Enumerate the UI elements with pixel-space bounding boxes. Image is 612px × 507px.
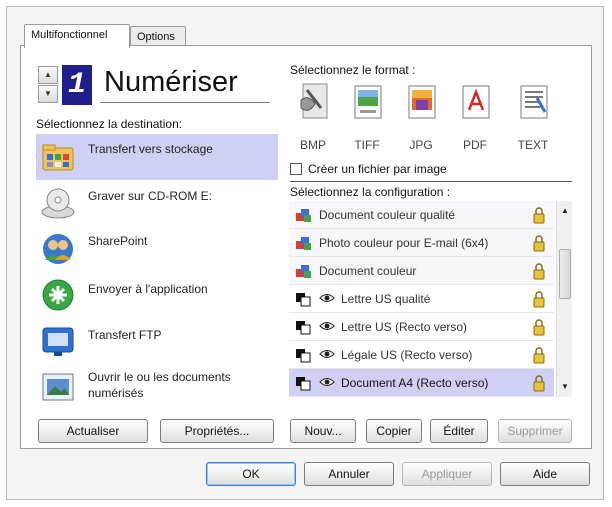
edit-button[interactable]: Éditer [430,419,488,443]
config-item[interactable]: Document couleur [289,257,554,285]
bw-doc-icon [296,321,311,335]
config-label: Photo couleur pour E-mail (6x4) [319,236,489,250]
lock-icon [533,235,545,252]
preview-eye-icon [319,294,335,302]
chevron-down-icon: ▼ [44,89,52,98]
delete-button[interactable]: Supprimer [498,419,572,443]
color-doc-icon [296,209,311,222]
configuration-list[interactable]: Document couleur qualité Photo couleur p… [289,201,554,397]
format-label: PDF [463,138,487,152]
config-label: Lettre US (Recto verso) [341,320,468,334]
destination-label: Ouvrir le ou les documents [88,370,231,384]
destination-label: Transfert FTP [88,328,162,342]
configuration-scrollbar[interactable]: ▲ ▼ [556,201,572,397]
tiff-icon [354,85,382,119]
text-icon [520,85,548,119]
jpg-icon [408,85,436,119]
format-label: JPG [409,138,433,152]
tab-options[interactable]: Options [130,26,186,47]
destination-label-line2: numérisés [88,386,144,400]
lock-icon [533,375,545,392]
format-heading: Sélectionnez le format : [290,63,416,77]
config-label: Document A4 (Recto verso) [341,376,489,390]
format-jpg[interactable]: JPG [399,80,443,156]
format-divider [290,181,572,182]
format-tiff[interactable]: TIFF [345,80,389,156]
help-button[interactable]: Aide [500,462,590,486]
destination-label: Transfert vers stockage [88,142,213,156]
format-pdf[interactable]: PDF [453,80,497,156]
scan-title: Numériser [104,66,238,98]
destination-item-send-to-app[interactable]: Envoyer à l'application [36,272,278,318]
destination-label: Envoyer à l'application [88,282,208,296]
new-config-button[interactable]: Nouv... [290,419,356,443]
properties-button[interactable]: Propriétés... [160,419,274,443]
bw-doc-icon [296,349,311,363]
config-item-selected[interactable]: Document A4 (Recto verso) [289,369,554,397]
lock-icon [533,263,545,280]
open-document-icon [42,373,74,401]
scroll-up-icon[interactable]: ▲ [560,205,570,217]
format-bmp[interactable]: BMP [291,80,335,156]
destination-item-sharepoint[interactable]: SharePoint [36,226,278,272]
spinner-down-button[interactable]: ▼ [38,85,58,103]
destination-item-ftp[interactable]: Transfert FTP [36,318,278,364]
lock-icon [533,291,545,308]
lock-icon [533,207,545,224]
destination-label: Graver sur CD-ROM E: [88,189,213,203]
lock-icon [533,319,545,336]
send-to-app-icon [42,279,74,311]
preview-eye-icon [319,350,335,358]
configuration-heading: Sélectionnez la configuration : [290,185,451,199]
destination-item-cd-rom[interactable]: Graver sur CD-ROM E: [36,180,278,226]
bmp-icon [300,83,328,119]
ok-button[interactable]: OK [206,462,296,486]
bw-doc-icon [296,377,311,391]
one-file-per-image-label: Créer un fichier par image [308,162,447,176]
config-label: Document couleur [319,264,417,278]
config-label: Document couleur qualité [319,208,456,222]
cd-burn-icon [41,188,75,219]
one-file-per-image-checkbox[interactable] [290,163,302,175]
refresh-button[interactable]: Actualiser [38,419,148,443]
spinner-up-button[interactable]: ▲ [38,66,58,84]
destination-item-storage[interactable]: Transfert vers stockage [36,134,278,180]
storage-folder-icon [42,144,74,171]
bw-doc-icon [296,293,311,307]
destination-heading: Sélectionnez la destination: [36,117,183,131]
destination-item-open-documents[interactable]: Ouvrir le ou les documents numérisés [36,364,278,410]
scan-number-spinner[interactable]: ▲ ▼ [38,66,60,104]
cancel-button[interactable]: Annuler [304,462,394,486]
scroll-down-icon[interactable]: ▼ [560,381,570,393]
config-item[interactable]: Légale US (Recto verso) [289,341,554,369]
preview-eye-icon [319,322,335,330]
destination-label: SharePoint [88,234,148,248]
color-doc-icon [296,265,311,278]
config-item[interactable]: Lettre US (Recto verso) [289,313,554,341]
lock-icon [533,347,545,364]
scan-number-display: 1 [62,65,92,105]
config-label: Lettre US qualité [341,292,431,306]
destination-list[interactable]: Transfert vers stockage Graver sur CD-RO… [36,134,278,410]
title-divider [100,102,270,103]
ftp-icon [42,327,74,356]
format-label: TEXT [517,138,549,152]
scrollbar-thumb[interactable] [559,249,571,299]
format-label: TIFF [354,138,380,152]
tab-multifonctionnel[interactable]: Multifonctionnel [24,24,130,48]
config-item[interactable]: Photo couleur pour E-mail (6x4) [289,229,554,257]
chevron-up-icon: ▲ [44,70,52,79]
preview-eye-icon [319,378,335,386]
config-label: Légale US (Recto verso) [341,348,473,362]
color-photo-icon [296,237,311,250]
config-item[interactable]: Lettre US qualité [289,285,554,313]
format-label: BMP [299,138,326,152]
pdf-icon [462,85,490,119]
format-text[interactable]: TEXT [511,80,555,156]
config-item[interactable]: Document couleur qualité [289,201,554,229]
copy-button[interactable]: Copier [366,419,422,443]
apply-button[interactable]: Appliquer [402,462,492,486]
sharepoint-icon [43,234,73,264]
